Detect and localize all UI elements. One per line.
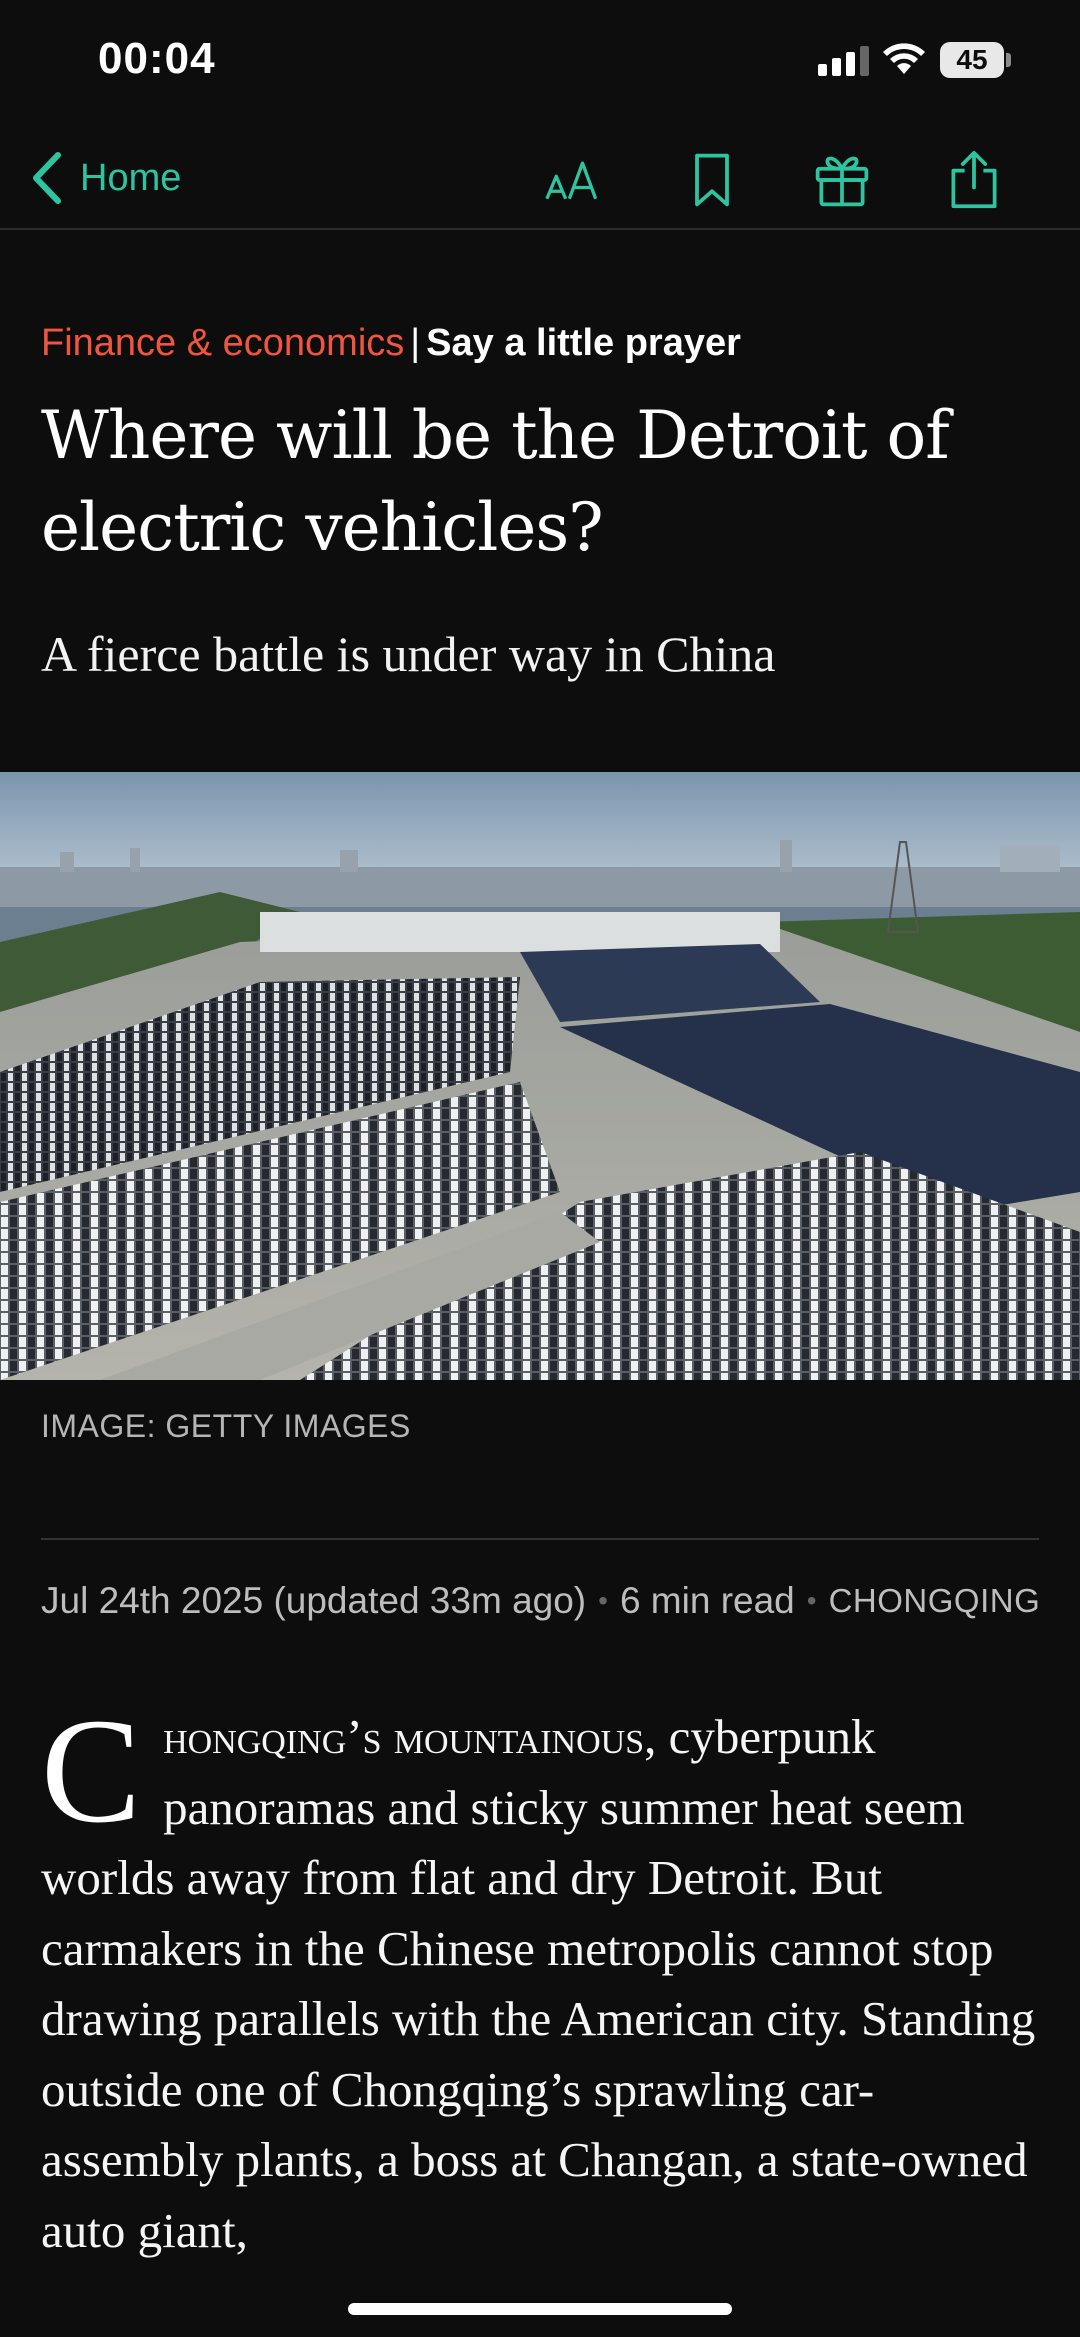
section-link[interactable]: Finance & economics — [41, 322, 404, 364]
fly-title: Say a little prayer — [426, 322, 741, 364]
status-bar: 00:04 45 — [0, 0, 1080, 120]
signal-icon — [818, 46, 869, 76]
meta-dot: • — [598, 1585, 608, 1616]
wifi-icon — [883, 43, 925, 74]
article-screen: 00:04 45 Home Finance & economics | Say … — [0, 0, 1080, 2337]
back-button[interactable]: Home — [28, 148, 181, 208]
article-meta: Jul 24th 2025 (updated 33m ago) • 6 min … — [41, 1580, 1040, 1622]
image-caption: IMAGE: GETTY IMAGES — [41, 1408, 411, 1444]
lead-in: hongqing’s mountainous, — [163, 1709, 657, 1764]
status-time: 00:04 — [98, 34, 216, 83]
share-button[interactable] — [942, 148, 1006, 212]
battery-icon: 45 — [940, 42, 1011, 78]
battery-level: 45 — [940, 42, 1004, 78]
gift-icon — [815, 156, 869, 207]
drop-cap: C — [41, 1688, 142, 1854]
rubric-separator: | — [410, 322, 421, 364]
share-icon — [951, 150, 997, 209]
article-standfirst: A fierce battle is under way in China — [41, 626, 776, 682]
gift-button[interactable] — [810, 148, 874, 212]
article-body: Chongqing’s mountainous, cyberpunk panor… — [41, 1688, 1046, 2266]
meta-dot: • — [806, 1585, 817, 1616]
article-rubric: Finance & economics | Say a little prayer — [41, 322, 741, 365]
article-headline: Where will be the Detroit of electric ve… — [41, 397, 950, 566]
text-size-button[interactable] — [543, 148, 607, 212]
home-indicator[interactable] — [348, 2303, 732, 2315]
bookmark-button[interactable] — [680, 148, 744, 212]
nav-bar: Home — [0, 130, 1080, 230]
bookmark-icon — [695, 153, 729, 207]
hero-image — [0, 772, 1080, 1380]
text-size-icon — [545, 161, 598, 200]
publish-date: Jul 24th 2025 (updated 33m ago) — [41, 1580, 587, 1621]
divider — [41, 1538, 1039, 1540]
chevron-left-icon — [33, 152, 61, 204]
read-time: 6 min read — [619, 1580, 795, 1621]
body-paragraph: cyberpunk panoramas and sticky summer he… — [41, 1709, 1036, 2258]
back-label: Home — [80, 156, 182, 199]
dateline: CHONGQING — [828, 1582, 1041, 1619]
